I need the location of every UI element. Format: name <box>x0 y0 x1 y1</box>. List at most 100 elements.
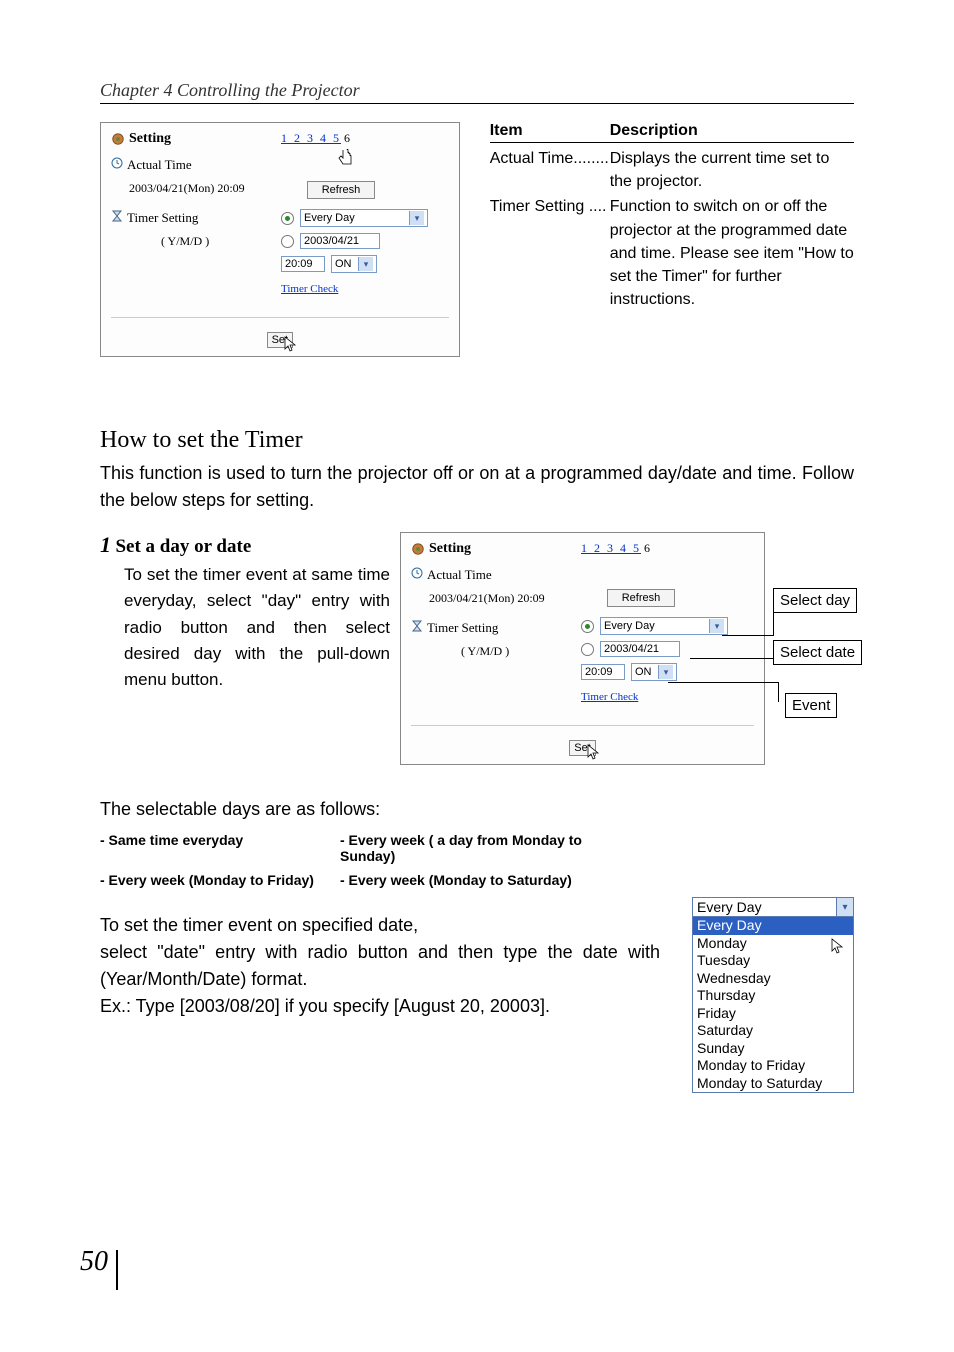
callout-event: Event <box>785 693 837 718</box>
settings-panel-screenshot-1: Setting Actual Time 2003/04/21(Mon) 20:0… <box>100 122 460 357</box>
day-dropdown-value: Every Day <box>304 212 355 224</box>
timer-setting-label: Timer Setting <box>411 620 581 636</box>
settings-title: Setting <box>411 541 581 557</box>
date-radio[interactable] <box>581 643 594 656</box>
time-input[interactable]: 20:09 <box>581 664 625 680</box>
arrow-cursor-icon <box>587 744 603 760</box>
hourglass-icon <box>111 210 123 226</box>
actual-time-label: Actual Time <box>411 567 581 583</box>
chapter-heading: Chapter 4 Controlling the Projector <box>100 80 854 104</box>
page-link-current: 6 <box>644 541 650 555</box>
callout-line <box>778 682 779 702</box>
actual-time-label-text: Actual Time <box>427 567 492 583</box>
refresh-button[interactable]: Refresh <box>607 589 676 607</box>
days-option: - Every week (Monday to Friday) <box>100 872 340 888</box>
settings-title-text: Setting <box>429 541 471 557</box>
date-instr-line: Ex.: Type [2003/08/20] if you specify [A… <box>100 993 660 1020</box>
cell-description: Function to switch on or off the project… <box>610 195 854 311</box>
dropdown-option[interactable]: Thursday <box>693 987 853 1005</box>
onoff-value: ON <box>635 666 652 678</box>
date-input[interactable]: 2003/04/21 <box>600 641 680 657</box>
page-link-range[interactable]: 1 2 3 4 5 <box>581 541 641 555</box>
dropdown-option[interactable]: Friday <box>693 1005 853 1023</box>
day-dropdown-value: Every Day <box>604 620 655 632</box>
actual-time-label: Actual Time <box>111 157 281 173</box>
section-intro: This function is used to turn the projec… <box>100 460 854 514</box>
timer-setting-label-text: Timer Setting <box>427 620 498 636</box>
ymd-label: ( Y/M/D ) <box>461 644 581 659</box>
chevron-down-icon[interactable]: ▾ <box>358 257 373 271</box>
page-link-current: 6 <box>344 131 350 145</box>
date-input[interactable]: 2003/04/21 <box>300 233 380 249</box>
date-instruction: To set the timer event on specified date… <box>100 912 660 1020</box>
chevron-down-icon[interactable]: ▾ <box>409 211 424 225</box>
onoff-value: ON <box>335 258 352 270</box>
callout-line <box>722 635 773 636</box>
item-description-table: Item Description Actual Time........ Dis… <box>490 122 854 313</box>
actual-time-label-text: Actual Time <box>127 157 192 173</box>
refresh-button[interactable]: Refresh <box>307 181 376 199</box>
settings-panel-screenshot-2-wrap: Setting Actual Time 2003/04/21(Mon) 20:0… <box>400 532 765 765</box>
callout-select-day: Select day <box>773 588 857 613</box>
page-links[interactable]: 1 2 3 4 5 6 <box>281 131 449 146</box>
settings-panel-screenshot-2: Setting Actual Time 2003/04/21(Mon) 20:0… <box>400 532 765 765</box>
days-option: - Every week (Monday to Saturday) <box>340 872 640 888</box>
table-row: Timer Setting .... Function to switch on… <box>490 195 854 311</box>
cell-description: Displays the current time set to the pro… <box>610 147 854 193</box>
callout-line <box>690 658 773 659</box>
day-dropdown-expanded[interactable]: Every Day ▾ Every Day Monday Tuesday Wed… <box>692 897 854 1093</box>
date-radio[interactable] <box>281 235 294 248</box>
cell-item: Timer Setting .... <box>490 195 610 311</box>
onoff-dropdown[interactable]: ON ▾ <box>631 663 677 681</box>
dropdown-option[interactable]: Every Day <box>693 917 853 935</box>
dropdown-option[interactable]: Tuesday <box>693 952 853 970</box>
onoff-dropdown[interactable]: ON ▾ <box>331 255 377 273</box>
page-number: 50 <box>80 1246 108 1278</box>
chevron-down-icon[interactable]: ▾ <box>836 898 853 916</box>
hand-cursor-icon <box>281 152 449 170</box>
arrow-cursor-icon <box>284 336 300 352</box>
clock-icon <box>111 157 123 173</box>
callout-line <box>668 682 778 683</box>
table-header: Item Description <box>490 122 854 143</box>
page-links[interactable]: 1 2 3 4 5 6 <box>581 541 754 556</box>
table-row: Actual Time........ Displays the current… <box>490 147 854 193</box>
step-title-line: 1 Set a day or date <box>100 532 390 558</box>
timer-check-link[interactable]: Timer Check <box>581 691 638 703</box>
col-description: Description <box>610 122 698 140</box>
actual-time-value: 2003/04/21(Mon) 20:09 <box>429 591 581 606</box>
page-link-range[interactable]: 1 2 3 4 5 <box>281 131 341 145</box>
gear-icon <box>411 541 425 557</box>
step-title: Set a day or date <box>115 536 251 557</box>
dropdown-option[interactable]: Monday to Saturday <box>693 1075 853 1093</box>
date-instr-line: To set the timer event on specified date… <box>100 912 660 939</box>
dropdown-option[interactable]: Monday <box>693 935 853 953</box>
clock-icon <box>411 567 423 583</box>
dropdown-option[interactable]: Monday to Friday <box>693 1057 853 1075</box>
col-item: Item <box>490 122 610 140</box>
dropdown-option[interactable]: Sunday <box>693 1040 853 1058</box>
top-row: Setting Actual Time 2003/04/21(Mon) 20:0… <box>100 122 854 357</box>
day-radio[interactable] <box>581 620 594 633</box>
section-heading: How to set the Timer <box>100 427 854 454</box>
chevron-down-icon[interactable]: ▾ <box>658 665 673 679</box>
callout-select-date: Select date <box>773 640 862 665</box>
timer-check-link[interactable]: Timer Check <box>281 283 338 295</box>
time-input[interactable]: 20:09 <box>281 256 325 272</box>
days-option: - Every week ( a day from Monday to Sund… <box>340 832 640 864</box>
date-instr-line: select "date" entry with radio button an… <box>100 939 660 993</box>
ymd-label: ( Y/M/D ) <box>161 234 281 249</box>
arrow-cursor-icon <box>831 938 847 954</box>
day-radio[interactable] <box>281 212 294 225</box>
page-number-rule <box>116 1250 118 1290</box>
dropdown-option[interactable]: Saturday <box>693 1022 853 1040</box>
chevron-down-icon[interactable]: ▾ <box>709 619 724 633</box>
settings-title: Setting <box>111 131 281 147</box>
actual-time-value: 2003/04/21(Mon) 20:09 <box>129 181 281 196</box>
hourglass-icon <box>411 620 423 636</box>
step-number: 1 <box>100 532 111 557</box>
dropdown-option[interactable]: Wednesday <box>693 970 853 988</box>
day-dropdown[interactable]: Every Day ▾ <box>600 617 728 635</box>
day-dropdown[interactable]: Every Day ▾ <box>300 209 428 227</box>
callout-line <box>773 610 774 636</box>
